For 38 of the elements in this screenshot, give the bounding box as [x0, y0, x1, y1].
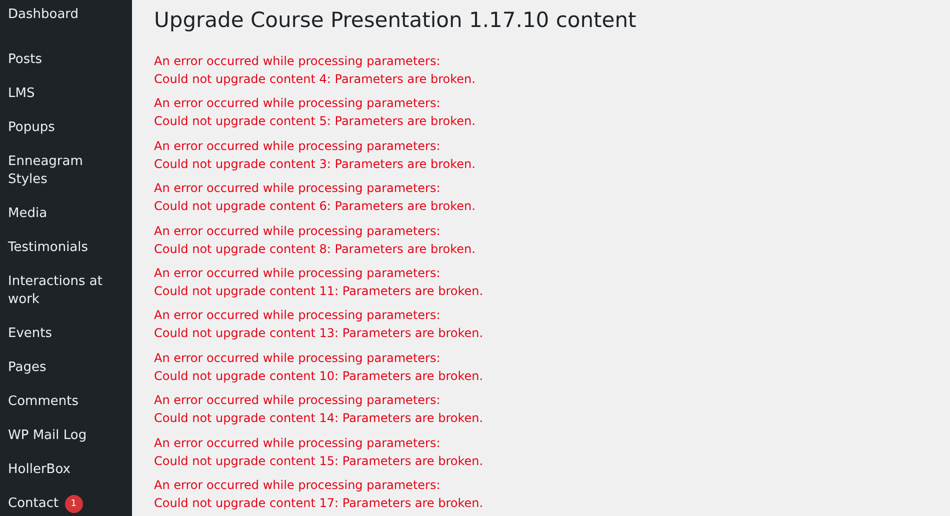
error-message: An error occurred while processing parameters:	[154, 264, 440, 282]
error-detail: Could not upgrade content 5: Parameters are broken.	[154, 113, 476, 130]
sidebar-item[interactable]: Testimonials	[8, 239, 88, 257]
sidebar-item[interactable]: LMS	[8, 85, 35, 103]
notification-badge: 1	[64, 495, 83, 513]
error-detail: Could not upgrade content 3: Parameters are broken.	[154, 156, 476, 173]
error-detail: Could not upgrade content 10: Parameters are broken.	[154, 368, 484, 385]
error-detail: Could not upgrade content 8: Parameters are broken.	[154, 240, 476, 258]
sidebar-item[interactable]: Posts	[8, 51, 42, 69]
page-title: Upgrade Course Presentation 1.17.10 content	[154, 7, 636, 34]
sidebar-item[interactable]: WP Mail Log	[8, 427, 87, 445]
error-detail: Could not upgrade content 4: Parameters are broken.	[154, 71, 476, 88]
error-detail: Could not upgrade content 17: Parameters are broken.	[154, 494, 484, 512]
error-message: An error occurred while processing parameters:	[154, 307, 440, 324]
error-message: An error occurred while processing parameters:	[154, 180, 440, 198]
sidebar-item[interactable]: Comments	[8, 393, 78, 411]
sidebar-item[interactable]: Interactions at work	[8, 273, 120, 309]
sidebar-item[interactable]: Enneagram Styles	[8, 153, 120, 189]
error-message: An error occurred while processing parameters:	[154, 222, 440, 240]
error-detail: Could not upgrade content 14: Parameters are broken.	[154, 410, 484, 428]
error-detail: Could not upgrade content 15: Parameters are broken.	[154, 452, 484, 470]
error-detail: Could not upgrade content 6: Parameters are broken.	[154, 198, 476, 216]
sidebar-item[interactable]: Media	[8, 205, 48, 223]
error-message: An error occurred while processing parameters:	[154, 476, 440, 494]
sidebar-item[interactable]: Events	[8, 325, 52, 343]
error-detail: Could not upgrade content 11: Parameters are broken.	[154, 282, 484, 300]
error-message: An error occurred while processing parameters:	[154, 53, 440, 70]
error-message: An error occurred while processing parameters:	[154, 95, 440, 112]
sidebar-item[interactable]: Popups	[8, 119, 55, 137]
sidebar-item[interactable]: HollerBox	[8, 461, 70, 479]
error-message: An error occurred while processing parameters:	[154, 392, 440, 410]
sidebar-item[interactable]: Pages	[8, 359, 46, 377]
error-detail: Could not upgrade content 13: Parameters are broken.	[154, 325, 484, 342]
error-message: An error occurred while processing parameters:	[154, 350, 440, 367]
error-message: An error occurred while processing parameters:	[154, 138, 440, 155]
error-message: An error occurred while processing parameters:	[154, 434, 440, 452]
sidebar-item[interactable]: Dashboard	[8, 6, 79, 24]
sidebar-item[interactable]: Contact	[8, 495, 59, 513]
